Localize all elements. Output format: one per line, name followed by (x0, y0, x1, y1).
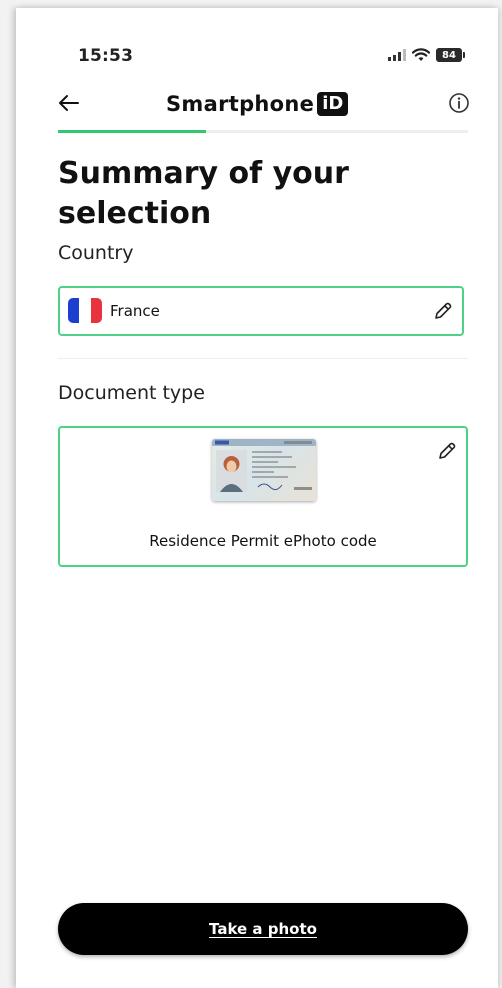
country-value: France (110, 302, 160, 320)
progress-bar (58, 130, 468, 133)
document-type-label: Document type (58, 382, 205, 404)
take-photo-button[interactable]: Take a photo (58, 903, 468, 955)
info-circle-icon[interactable] (448, 92, 470, 114)
progress-fill (58, 130, 206, 133)
status-time: 15:53 (78, 46, 134, 66)
signal-icon (388, 49, 406, 61)
id-card-image (212, 439, 316, 501)
battery-icon: 84 (436, 48, 465, 62)
divider (58, 358, 468, 359)
country-label: Country (58, 242, 134, 264)
page-title: Summary of your selection (58, 156, 349, 231)
wifi-icon (412, 48, 430, 61)
document-type-name: Residence Permit ePhoto code (149, 532, 377, 550)
brand-badge: iD (317, 92, 349, 116)
brand-logo: Smartphone iD (166, 92, 349, 116)
brand-name: Smartphone (166, 92, 315, 116)
status-icons: 84 (388, 48, 465, 62)
pencil-icon[interactable] (432, 300, 454, 322)
phone-screen: 15:53 84 Smartphone iD Summary of your s… (16, 8, 498, 988)
pencil-icon[interactable] (436, 440, 458, 462)
document-type-card[interactable]: Residence Permit ePhoto code (58, 426, 468, 567)
arrow-left-icon[interactable] (56, 90, 82, 116)
country-field[interactable]: France (58, 286, 464, 336)
flag-fr-icon (68, 298, 102, 323)
